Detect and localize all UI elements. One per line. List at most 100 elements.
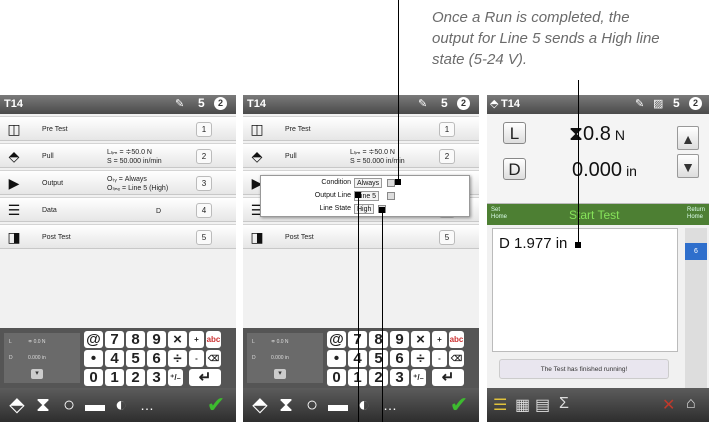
key-abc[interactable]: abc xyxy=(206,331,221,348)
key-0[interactable]: 0 xyxy=(327,369,346,386)
load-zero-button[interactable]: L xyxy=(503,122,526,144)
check-icon[interactable]: ✔ xyxy=(448,394,470,416)
step-data[interactable]: ☰ Data D 4 xyxy=(0,197,236,222)
hourglass-icon[interactable]: ⧗ xyxy=(275,394,297,416)
pointer-dot xyxy=(379,207,385,213)
key-multiply[interactable]: × xyxy=(168,331,187,348)
step-desc: Lₗᵢₘ = ≑50.0 N S = 50.000 in/min xyxy=(107,148,162,166)
key-2[interactable]: 2 xyxy=(126,369,145,386)
key-divide[interactable]: ÷ xyxy=(168,350,187,367)
condition-select[interactable]: Always xyxy=(354,178,383,188)
key-8[interactable]: 8 xyxy=(369,331,388,348)
key-plus[interactable]: + xyxy=(189,331,204,348)
hourglass-icon[interactable]: ⧗ xyxy=(32,394,54,416)
check-icon[interactable]: ✔ xyxy=(205,394,227,416)
step-pre-test[interactable]: ◫ Pre Test 1 xyxy=(0,116,236,141)
jog-down-icon[interactable]: ▼ xyxy=(677,154,699,178)
step-post-test[interactable]: ◨ Post Test 5 xyxy=(243,224,479,249)
step-label: Pre Test xyxy=(42,126,68,133)
key-abc[interactable]: abc xyxy=(449,331,464,348)
step-number: 2 xyxy=(196,149,212,164)
key-6[interactable]: 6 xyxy=(147,350,166,367)
bottom-toolbar: ⬘ ⧗ ○ ▬ ◐ … ✔ xyxy=(0,388,236,422)
target-icon[interactable]: ◐ xyxy=(353,394,375,416)
bar-icon[interactable]: ▬ xyxy=(84,394,106,416)
key-1[interactable]: 1 xyxy=(105,369,124,386)
step-number: 1 xyxy=(196,122,212,137)
key-8[interactable]: 8 xyxy=(126,331,145,348)
key-3[interactable]: 3 xyxy=(390,369,409,386)
move-icon[interactable]: ⬘ xyxy=(6,394,28,416)
key-plus[interactable]: + xyxy=(432,331,447,348)
condition-dropdown-icon[interactable] xyxy=(387,179,395,187)
key-7[interactable]: 7 xyxy=(105,331,124,348)
post-test-icon: ◨ xyxy=(250,229,264,245)
cycle-icon[interactable]: ○ xyxy=(58,394,80,416)
key-at[interactable]: @ xyxy=(327,331,346,348)
status-message: The Test has finished running! xyxy=(499,359,669,379)
target-icon[interactable]: ◐ xyxy=(110,394,132,416)
move-icon[interactable]: ⬘ xyxy=(249,394,271,416)
grid-view-icon[interactable]: ▦ xyxy=(515,395,530,415)
close-icon[interactable]: ✕ xyxy=(662,395,675,415)
keypad: L ≑ 0.0 N D 0.000 in ▾ @ 7 8 9 × + abc •… xyxy=(0,328,236,388)
key-decimal[interactable]: • xyxy=(84,350,103,367)
enter-icon[interactable]: ↵ xyxy=(432,369,464,386)
enter-icon[interactable]: ↵ xyxy=(189,369,221,386)
key-minus[interactable]: - xyxy=(432,350,447,367)
pointer-line xyxy=(398,0,399,182)
key-decimal[interactable]: • xyxy=(327,350,346,367)
chevron-down-icon[interactable]: ▾ xyxy=(31,369,43,379)
step-desc-line: Oₗᵢₙₑ = Line 5 (High) xyxy=(107,185,169,192)
step-pull[interactable]: ⬘ Pull Lₗᵢₘ = ≑50.0 N S = 50.000 in/min 2 xyxy=(0,143,236,168)
key-minus[interactable]: - xyxy=(189,350,204,367)
start-test-button[interactable]: Start Test xyxy=(569,208,619,222)
distance-label: D xyxy=(252,355,256,361)
step-label: Output xyxy=(42,180,64,187)
window-title: T14 xyxy=(501,98,520,110)
output-line-dropdown-icon[interactable] xyxy=(387,192,395,200)
key-9[interactable]: 9 xyxy=(147,331,166,348)
key-2[interactable]: 2 xyxy=(369,369,388,386)
key-plus-minus[interactable]: ⁺/₋ xyxy=(168,369,183,386)
sigma-icon[interactable]: Σ xyxy=(559,395,569,413)
key-divide[interactable]: ÷ xyxy=(411,350,430,367)
step-pre-test[interactable]: ◫ Pre Test 1 xyxy=(243,116,479,141)
key-at[interactable]: @ xyxy=(84,331,103,348)
key-9[interactable]: 9 xyxy=(390,331,409,348)
step-output[interactable]: ▶ Output Oₜᵧ = Always Oₗᵢₙₑ = Line 5 (Hig… xyxy=(0,170,236,195)
chevron-down-icon[interactable]: ▾ xyxy=(274,369,286,379)
backspace-icon[interactable]: ⌫ xyxy=(206,350,221,367)
table-view-icon[interactable]: ▤ xyxy=(535,395,550,415)
step-post-test[interactable]: ◨ Post Test 5 xyxy=(0,224,236,249)
step-number: 5 xyxy=(196,230,212,245)
screen-test-steps: T14 ✎ 5 2 ◫ Pre Test 1 ⬘ Pull Lₗᵢₘ = ≑50… xyxy=(0,95,236,422)
key-6[interactable]: 6 xyxy=(390,350,409,367)
return-home-button[interactable]: Return Home xyxy=(687,207,705,221)
key-plus-minus[interactable]: ⁺/₋ xyxy=(411,369,426,386)
distance-zero-button[interactable]: D xyxy=(503,158,526,180)
pointer-line xyxy=(382,210,383,422)
key-5[interactable]: 5 xyxy=(369,350,388,367)
backspace-icon[interactable]: ⌫ xyxy=(449,350,464,367)
jog-up-icon[interactable]: ▲ xyxy=(677,126,699,150)
key-multiply[interactable]: × xyxy=(411,331,430,348)
data-icon: ☰ xyxy=(7,202,21,218)
step-label: Data xyxy=(42,207,57,214)
distance-label: D xyxy=(9,355,13,361)
status-badge: 2 xyxy=(457,97,470,110)
bar-icon[interactable]: ▬ xyxy=(327,394,349,416)
key-4[interactable]: 4 xyxy=(105,350,124,367)
key-5[interactable]: 5 xyxy=(126,350,145,367)
side-tab-6[interactable]: 6 xyxy=(685,243,707,260)
more-icon[interactable]: … xyxy=(136,394,158,416)
pre-test-icon: ◫ xyxy=(7,121,21,137)
list-view-icon[interactable]: ☰ xyxy=(493,395,507,415)
key-0[interactable]: 0 xyxy=(84,369,103,386)
step-pull[interactable]: ⬘ Pull Lₗᵢₘ = ≑50.0 N S = 50.000 in/min 2 xyxy=(243,143,479,168)
line-state-label: Line State xyxy=(319,205,351,212)
key-3[interactable]: 3 xyxy=(147,369,166,386)
set-home-button[interactable]: Set Home xyxy=(491,207,507,221)
cycle-icon[interactable]: ○ xyxy=(301,394,323,416)
home-icon[interactable]: ⌂ xyxy=(686,395,696,413)
